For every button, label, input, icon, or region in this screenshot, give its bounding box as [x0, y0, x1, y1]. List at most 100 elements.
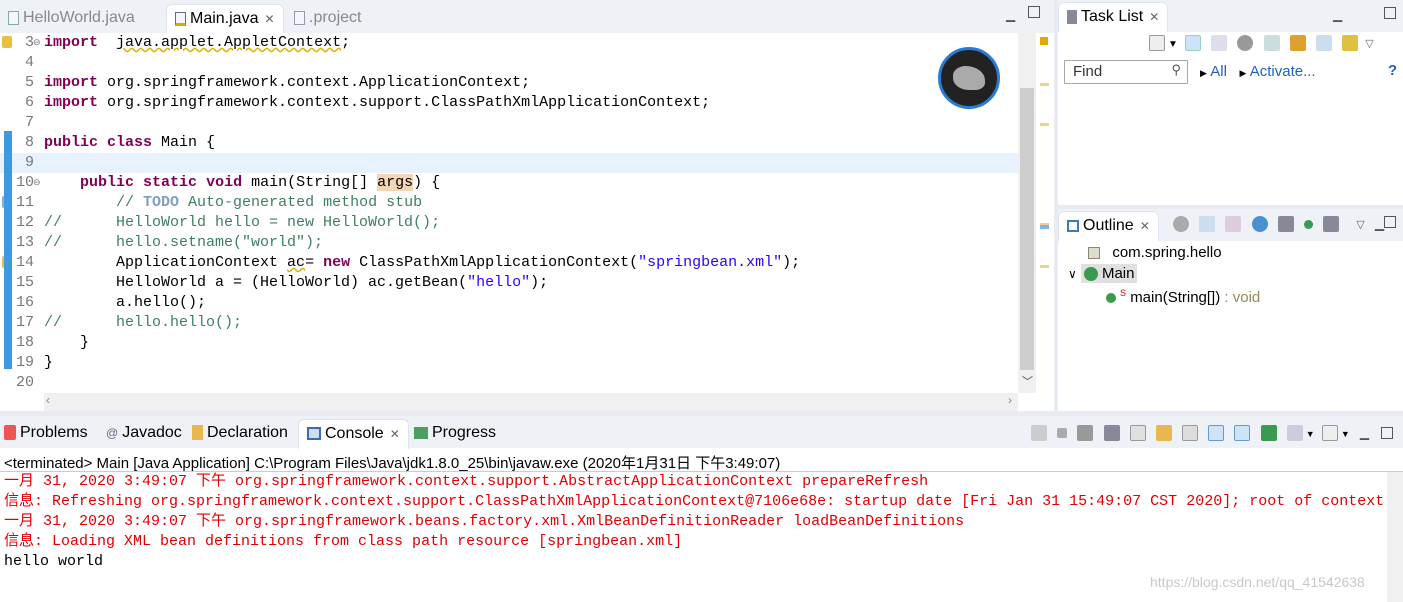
chevron-down-icon[interactable]: ∨ — [1068, 267, 1077, 281]
tab-declaration[interactable]: Declaration — [184, 419, 296, 449]
horizontal-scrollbar[interactable]: ‹ › — [44, 393, 1018, 411]
view-menu-icon[interactable]: ▽ — [1365, 38, 1373, 50]
find-input[interactable]: Find ⚲ — [1064, 60, 1188, 84]
my-tasks-icon[interactable] — [1289, 35, 1306, 52]
categorized-icon[interactable] — [1185, 35, 1202, 52]
focus-icon[interactable] — [1237, 35, 1254, 52]
minimize-button[interactable]: ▁ — [1006, 8, 1015, 22]
help-icon[interactable]: ? — [1388, 62, 1397, 79]
close-icon[interactable]: ✕ — [1149, 10, 1159, 24]
tab-task-list[interactable]: Task List ✕ — [1058, 2, 1169, 32]
code-line[interactable]: 14 ApplicationContext ac= new ClassPathX… — [0, 253, 1018, 273]
code-line[interactable]: 20 — [0, 373, 1018, 393]
close-icon[interactable]: ✕ — [264, 12, 274, 26]
tab-helloworld-java[interactable]: HelloWorld.java — [0, 4, 143, 34]
tab-progress[interactable]: Progress — [406, 419, 504, 449]
tab-console[interactable]: Console ✕ — [298, 419, 409, 449]
dropdown-icon[interactable]: ▼ — [1341, 429, 1350, 439]
console-output[interactable]: 一月 31, 2020 3:49:07 下午 org.springframewo… — [4, 472, 1387, 572]
code-line[interactable]: 10 ⊖ public static void main(String[] arg… — [0, 173, 1018, 193]
sort-icon[interactable] — [1225, 216, 1242, 233]
hide-completed-icon[interactable] — [1263, 35, 1280, 52]
outline-item-package[interactable]: com.spring.hello — [1088, 244, 1222, 261]
declaration-icon — [192, 425, 203, 441]
focus-icon[interactable] — [1173, 216, 1189, 233]
warning-marker[interactable] — [1040, 83, 1049, 86]
fold-icon[interactable]: ⊖ — [33, 33, 41, 53]
code-line[interactable]: 18 } — [0, 333, 1018, 353]
code-line[interactable]: 16 a.hello(); — [0, 293, 1018, 313]
collapse-all-icon[interactable] — [1315, 35, 1332, 52]
remove-all-terminated-icon[interactable] — [1103, 425, 1120, 442]
tab-problems[interactable]: Problems — [0, 419, 96, 449]
tab-project[interactable]: .project — [286, 4, 369, 34]
code-line[interactable]: 4 — [0, 53, 1018, 73]
scrollbar-thumb[interactable] — [1020, 88, 1034, 370]
hide-local-types-icon[interactable] — [1323, 216, 1340, 233]
hide-non-public-icon[interactable] — [1303, 219, 1313, 229]
hide-fields-icon[interactable] — [1251, 216, 1268, 233]
display-console-icon[interactable] — [1286, 425, 1303, 442]
minimize-button[interactable]: ▁ — [1360, 426, 1369, 440]
code-line[interactable]: 19} — [0, 353, 1018, 373]
code-line[interactable]: 17 // hello.hello(); — [0, 313, 1018, 333]
clear-console-icon[interactable] — [1129, 425, 1146, 442]
show-on-stderr-icon[interactable] — [1234, 425, 1251, 442]
show-on-stdout-icon[interactable] — [1208, 425, 1225, 442]
warning-icon[interactable] — [2, 36, 12, 48]
code-editor[interactable]: 3 ⊖ import java.applet.AppletContext; 4 5 imp… — [0, 33, 1054, 411]
code-line[interactable]: 6 import org.springframework.context.supp… — [0, 93, 1018, 113]
code-line[interactable]: 12 // HelloWorld hello = new HelloWorld()… — [0, 213, 1018, 233]
vertical-scrollbar[interactable] — [1387, 472, 1403, 602]
hide-static-icon[interactable] — [1277, 216, 1294, 233]
scroll-lock-icon[interactable] — [1155, 425, 1172, 442]
fold-icon[interactable]: ⊖ — [33, 173, 41, 193]
terminate-icon[interactable] — [1057, 428, 1068, 439]
close-icon[interactable]: ✕ — [1140, 219, 1150, 233]
synchronize-icon[interactable] — [1342, 35, 1359, 52]
code-area[interactable]: 3 ⊖ import java.applet.AppletContext; 4 5 imp… — [0, 33, 1018, 393]
scroll-down-icon[interactable]: ﹀ — [1022, 373, 1033, 389]
code-token: public — [44, 134, 99, 151]
maximize-button[interactable] — [1384, 216, 1396, 228]
word-wrap-icon[interactable] — [1182, 425, 1199, 442]
maximize-button[interactable] — [1028, 6, 1040, 18]
tab-main-java[interactable]: Main.java ✕ — [166, 4, 284, 34]
code-line[interactable]: 15 HelloWorld a = (HelloWorld) ac.getBea… — [0, 273, 1018, 293]
tab-javadoc[interactable]: @ Javadoc — [98, 419, 190, 449]
dropdown-icon[interactable]: ▼ — [1306, 429, 1315, 439]
minimize-button[interactable]: ▁ — [1333, 8, 1342, 22]
warning-marker[interactable] — [1040, 37, 1048, 45]
warning-marker[interactable] — [1040, 265, 1049, 268]
close-icon[interactable]: ✕ — [390, 427, 400, 441]
remove-all-icon[interactable] — [1077, 425, 1094, 442]
pin-console-icon[interactable] — [1260, 425, 1277, 442]
remove-launch-icon[interactable] — [1031, 425, 1047, 442]
code-line[interactable]: 13 // hello.setname("world"); — [0, 233, 1018, 253]
task-marker[interactable] — [1040, 225, 1049, 229]
scheduled-icon[interactable] — [1211, 35, 1228, 52]
warning-marker[interactable] — [1040, 123, 1049, 126]
code-line[interactable]: 3 ⊖ import java.applet.AppletContext; — [0, 33, 1018, 53]
maximize-button[interactable] — [1381, 427, 1394, 440]
new-task-icon[interactable] — [1149, 35, 1165, 52]
minimize-button[interactable]: ▁ — [1375, 217, 1384, 231]
open-console-icon[interactable] — [1321, 425, 1338, 442]
code-line[interactable]: 11 // TODO Auto-generated method stub — [0, 193, 1018, 213]
line-text: // hello.hello(); — [44, 313, 242, 333]
all-link[interactable]: All — [1210, 63, 1227, 80]
code-line[interactable]: 8 public class Main { — [0, 133, 1018, 153]
code-line[interactable]: 7 — [0, 113, 1018, 133]
activate-link[interactable]: Activate... — [1250, 63, 1316, 80]
view-menu-icon[interactable]: ▽ — [1356, 219, 1364, 231]
collapse-all-icon[interactable] — [1199, 216, 1216, 233]
panel-title: Task List — [1081, 8, 1144, 25]
outline-item-method[interactable]: S main(String[]) : void — [1106, 288, 1260, 306]
code-line[interactable]: 9 — [0, 153, 1018, 173]
outline-item-class[interactable]: ∨ Main — [1068, 264, 1138, 283]
tab-outline[interactable]: Outline ✕ — [1058, 211, 1159, 241]
code-line[interactable]: 5 import org.springframework.context.Appl… — [0, 73, 1018, 93]
dropdown-icon[interactable]: ▼ — [1168, 39, 1178, 50]
maximize-button[interactable] — [1384, 7, 1396, 19]
